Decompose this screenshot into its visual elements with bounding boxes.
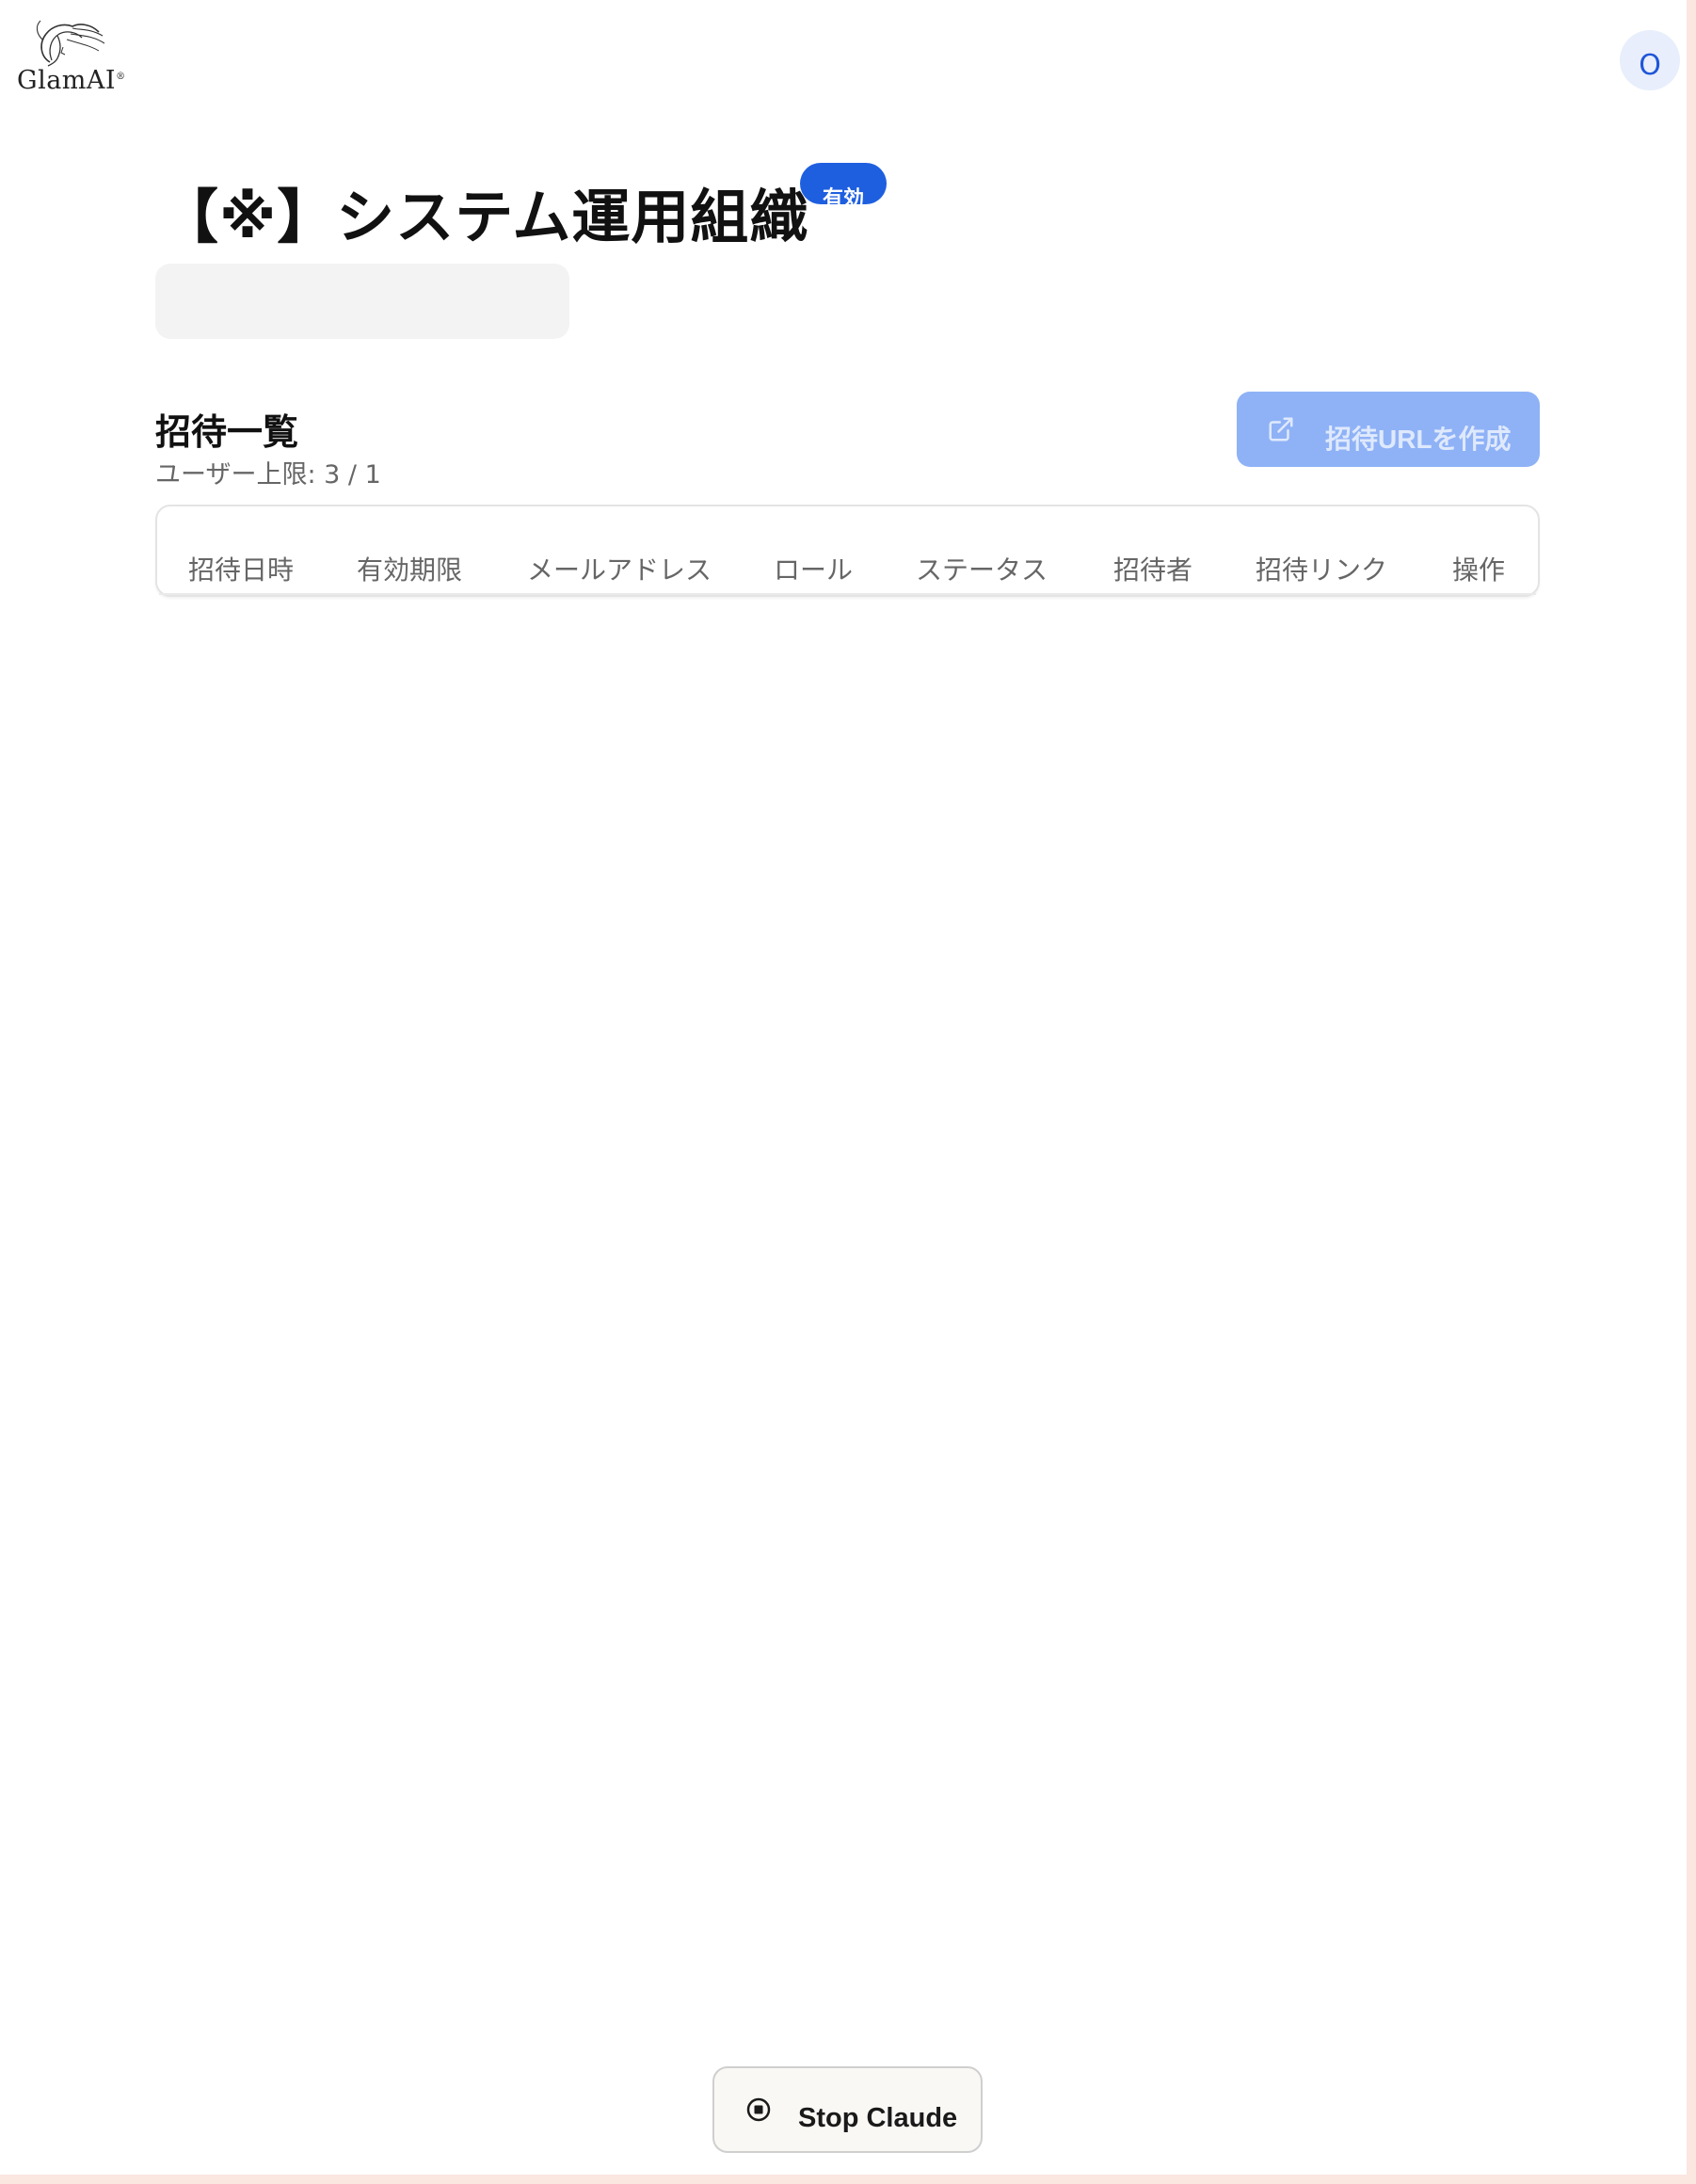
woman-face-logo-icon: [36, 20, 104, 67]
invites-table: 招待日時 有効期限 メールアドレス ロール ステータス 招待者 招待リンク 操作: [155, 505, 1540, 597]
stop-icon: [746, 2097, 771, 2122]
column-header-inviter[interactable]: 招待者: [1113, 550, 1192, 587]
logo-text: GlamAI: [17, 66, 117, 95]
column-header-expires-at[interactable]: 有効期限: [357, 550, 462, 587]
user-avatar[interactable]: O: [1620, 30, 1680, 90]
column-header-invite-link[interactable]: 招待リンク: [1256, 550, 1387, 587]
stop-claude-button[interactable]: Stop Claude: [712, 2066, 983, 2153]
column-header-role[interactable]: ロール: [774, 550, 853, 587]
table-header-row: 招待日時 有効期限 メールアドレス ロール ステータス 招待者 招待リンク 操作: [157, 550, 1538, 587]
stop-claude-label: Stop Claude: [798, 2102, 958, 2133]
avatar-initial: O: [1639, 48, 1661, 82]
section-title: 招待一覧: [155, 411, 299, 453]
external-link-icon: [1269, 417, 1293, 442]
page-title: 【※】システム運用組織: [160, 183, 809, 251]
page: GlamAI® O 【※】システム運用組織 有効 招待一覧 ユーザー上限: 3 …: [0, 0, 1696, 2184]
create-invite-url-label: 招待URLを作成: [1325, 425, 1512, 454]
glamai-logo[interactable]: GlamAI®: [17, 15, 125, 105]
column-header-email[interactable]: メールアドレス: [527, 550, 712, 587]
column-header-status[interactable]: ステータス: [916, 550, 1048, 587]
user-limit-text: ユーザー上限: 3 / 1: [155, 460, 381, 490]
status-badge: 有効: [800, 163, 887, 204]
column-header-actions[interactable]: 操作: [1452, 550, 1505, 587]
create-invite-url-button[interactable]: 招待URLを作成: [1237, 392, 1540, 467]
table-divider: [159, 593, 1536, 595]
loading-skeleton: [155, 264, 569, 339]
status-badge-label: 有効: [822, 187, 864, 204]
column-header-invited-at[interactable]: 招待日時: [188, 550, 294, 587]
